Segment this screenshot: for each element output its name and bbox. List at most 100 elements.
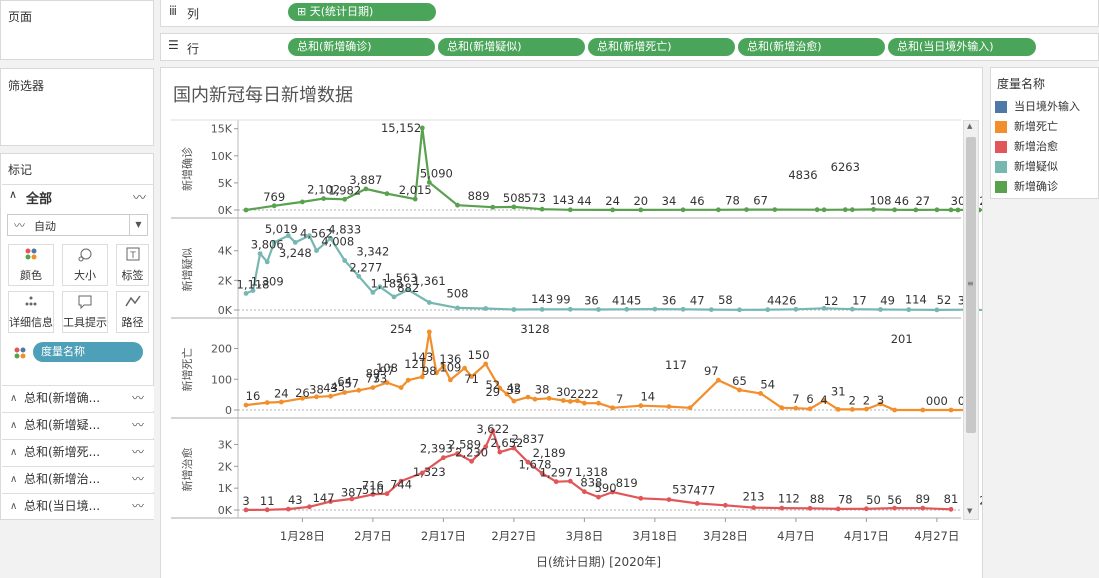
data-point: [546, 395, 552, 401]
data-label: 2,277: [349, 260, 382, 274]
collapse-icon[interactable]: ∧: [9, 188, 17, 201]
columns-pill-label: 天(统计日期): [309, 5, 374, 18]
rows-pill[interactable]: 总和(新增确诊): [288, 38, 435, 56]
collapse-icon[interactable]: ∧: [10, 413, 17, 438]
data-label: 29: [485, 385, 500, 399]
data-label: 36: [584, 294, 599, 308]
filters-card[interactable]: 筛选器: [0, 68, 154, 146]
detail-button-label: 详细信息: [9, 316, 53, 329]
data-label: 46: [894, 194, 909, 208]
legend-swatch: [995, 181, 1007, 193]
data-label: 819: [616, 476, 638, 490]
collapse-icon[interactable]: ∧: [10, 467, 17, 492]
data-point: [666, 404, 672, 409]
data-point: [694, 501, 700, 506]
viz-pane: 国内新冠每日新增数据 0K 5K 10K 15K 新增确诊 769 2,102 3,887 1,…: [160, 67, 983, 578]
data-label: 3,622: [476, 422, 509, 436]
data-label: 147: [313, 491, 335, 505]
expand-plus-icon[interactable]: ⊞: [297, 5, 310, 18]
scroll-up-icon[interactable]: ▲: [967, 122, 972, 130]
data-point: [835, 506, 841, 512]
data-point: [680, 306, 686, 312]
data-label: 1,323: [413, 465, 446, 479]
x-tick-label: 3月28日: [703, 529, 748, 543]
data-point: [370, 290, 376, 295]
label-button[interactable]: T 标签: [116, 244, 149, 286]
filters-title: 筛选器: [8, 79, 45, 93]
data-point: [638, 403, 644, 409]
y-axis-title: 新增疑似: [180, 248, 194, 292]
data-label: 67: [753, 194, 768, 208]
data-label: 7: [616, 392, 623, 406]
columns-pill[interactable]: ⊞ 天(统计日期): [288, 3, 436, 21]
legend-item-label: 新增死亡: [1014, 120, 1058, 133]
measure-row[interactable]: ∧ 总和(新增治... 〰: [2, 466, 154, 492]
rows-pill[interactable]: 总和(新增死亡): [588, 38, 735, 56]
data-point: [405, 377, 411, 383]
data-label: 36: [662, 294, 677, 308]
data-label: 108: [870, 193, 892, 207]
line-mark-icon: 〰: [132, 191, 146, 206]
measure-names-mark[interactable]: 度量名称: [13, 342, 145, 362]
data-label: 52: [937, 293, 952, 307]
data-label: 14: [640, 390, 655, 404]
data-label: 81: [944, 492, 959, 506]
path-button[interactable]: 路径: [116, 291, 149, 333]
collapse-icon[interactable]: ∧: [10, 440, 17, 465]
marks-all-row[interactable]: ∧ 全部 〰: [2, 184, 154, 208]
measure-row[interactable]: ∧ 总和(新增死... 〰: [2, 439, 154, 465]
data-point: [948, 407, 954, 413]
data-point: [716, 377, 721, 383]
data-label: 15,152: [381, 121, 421, 135]
data-label: 2,837: [512, 432, 545, 446]
data-point: [321, 196, 326, 201]
data-point: [511, 398, 517, 404]
rows-pill[interactable]: 总和(当日境外输入): [888, 38, 1036, 56]
data-point: [878, 307, 883, 312]
data-label: 78: [838, 492, 853, 506]
data-label: 78: [725, 194, 740, 208]
collapse-icon[interactable]: ∧: [10, 386, 17, 411]
data-point: [723, 502, 728, 508]
data-point: [807, 505, 813, 511]
measure-row[interactable]: ∧ 总和(新增确... 〰: [2, 385, 154, 411]
rows-pill[interactable]: 总和(新增疑似): [438, 38, 585, 56]
data-label: 24: [274, 387, 289, 401]
data-label: 44: [577, 194, 592, 208]
line-mark-icon: 〰: [131, 472, 144, 486]
x-axis-title: 日(统计日期) [2020年]: [536, 555, 662, 569]
color-button[interactable]: 颜色: [8, 244, 54, 286]
measure-names-pill[interactable]: 度量名称: [33, 342, 143, 362]
y-tick-label: 1K: [218, 482, 233, 495]
data-point: [849, 207, 855, 213]
y-tick-label: 200: [211, 343, 232, 356]
data-label: 1,309: [251, 275, 284, 289]
data-label: 000: [926, 394, 948, 408]
data-point: [680, 207, 686, 213]
scrollbar[interactable]: ▲ ≡ ▼: [963, 120, 979, 520]
collapse-icon[interactable]: ∧: [10, 494, 17, 519]
data-label: 97: [704, 364, 719, 378]
chevron-down-icon[interactable]: ▼: [129, 215, 147, 235]
tooltip-button[interactable]: 工具提示: [62, 291, 108, 333]
data-label: 1,361: [413, 274, 446, 288]
columns-shelf[interactable]: iii 列 ⊞ 天(统计日期): [160, 0, 1099, 27]
measure-row[interactable]: ∧ 总和(当日境... 〰: [2, 493, 154, 519]
data-point: [285, 506, 291, 512]
legend-item-label: 新增确诊: [1014, 180, 1058, 193]
scroll-down-icon[interactable]: ▼: [967, 507, 972, 515]
size-button[interactable]: 大小: [62, 244, 108, 286]
measure-row[interactable]: ∧ 总和(新增疑... 〰: [2, 412, 154, 438]
detail-button[interactable]: 详细信息: [8, 291, 54, 333]
mark-type-value: 自动: [34, 220, 56, 233]
measure-row-label: 总和(新增确...: [24, 391, 101, 405]
data-label: 590: [595, 481, 617, 495]
data-label: 508: [503, 191, 525, 205]
rows-shelf[interactable]: ☰ 行 总和(新增确诊) 总和(新增疑似) 总和(新增死亡) 总和(新增治愈) …: [160, 33, 1099, 61]
data-label: 89: [915, 492, 930, 506]
data-label: 12: [824, 294, 839, 308]
data-label: 16: [246, 389, 261, 403]
rows-pill[interactable]: 总和(新增治愈): [738, 38, 885, 56]
data-label: 22: [570, 387, 585, 401]
mark-type-select[interactable]: 〰 自动 ▼: [7, 214, 148, 236]
